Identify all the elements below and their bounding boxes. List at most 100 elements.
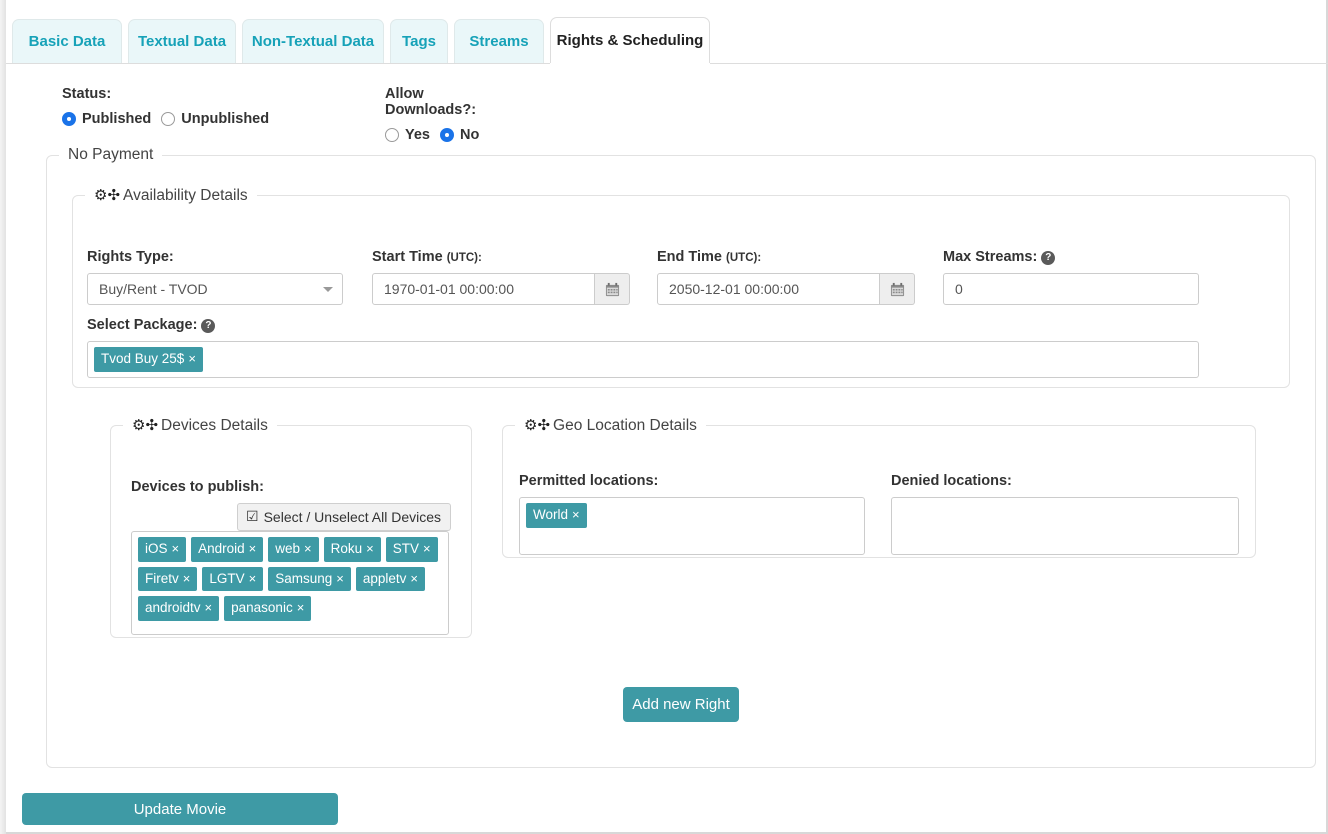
end-time-input[interactable]: 2050-12-01 00:00:00 — [657, 273, 880, 305]
calendar-icon — [605, 282, 619, 296]
status-section: Status: Published Unpublished Allow Downl… — [62, 86, 479, 143]
tab-tags[interactable]: Tags — [390, 19, 448, 63]
allow-downloads-radio-no[interactable]: No — [440, 127, 479, 143]
availability-details-legend: ⚙✣ Availability Details — [85, 186, 257, 205]
permitted-locations-label: Permitted locations: — [519, 473, 659, 489]
max-streams-field: Max Streams:? 0 — [943, 249, 1199, 305]
allow-downloads-label: Allow Downloads?: — [385, 86, 477, 118]
end-time-label-text: End Time — [657, 249, 722, 265]
tab-label: Rights & Scheduling — [556, 32, 704, 49]
check-square-icon: ☑ — [246, 508, 259, 524]
availability-details-legend-text: Availability Details — [123, 187, 248, 204]
remove-tag-icon[interactable]: × — [249, 542, 257, 555]
remove-tag-icon[interactable]: × — [366, 542, 374, 555]
max-streams-label: Max Streams:? — [943, 249, 1199, 265]
remove-tag-icon[interactable]: × — [205, 601, 213, 614]
chevron-down-icon — [323, 287, 333, 292]
tag-item: Samsung × — [268, 566, 351, 591]
devices-details-fieldset: ⚙✣ Devices Details Devices to publish: ☑ … — [110, 416, 472, 638]
tab-textual-data[interactable]: Textual Data — [128, 19, 236, 63]
radio-icon[interactable] — [440, 128, 454, 142]
tag-item: Firetv × — [138, 566, 198, 591]
status-radio-unpublished[interactable]: Unpublished — [161, 111, 269, 127]
cogs-icon: ⚙✣ — [94, 187, 121, 204]
tag-item: androidtv × — [138, 596, 220, 621]
geo-location-details-legend: ⚙✣ Geo Location Details — [515, 416, 706, 435]
select-package-label: Select Package:? — [87, 317, 1199, 333]
rights-type-value: Buy/Rent - TVOD — [99, 281, 208, 297]
tab-label: Streams — [469, 33, 529, 50]
remove-tag-icon[interactable]: × — [304, 542, 312, 555]
remove-tag-icon[interactable]: × — [572, 508, 580, 521]
tab-bar: Basic Data Textual Data Non-Textual Data Ta… — [6, 17, 1328, 64]
radio-label: Yes — [405, 127, 430, 143]
tag-label: LGTV — [209, 570, 245, 586]
denied-locations-tagbox[interactable] — [891, 497, 1239, 555]
update-movie-button[interactable]: Update Movie — [22, 793, 338, 825]
end-time-label-sub: (UTC): — [726, 252, 762, 264]
remove-tag-icon[interactable]: × — [183, 572, 191, 585]
start-time-label: Start Time (UTC): — [372, 249, 630, 265]
start-time-calendar-button[interactable] — [595, 273, 630, 305]
tag-item: Android × — [191, 537, 264, 562]
remove-tag-icon[interactable]: × — [249, 572, 257, 585]
tab-label: Non-Textual Data — [251, 33, 375, 50]
calendar-icon — [890, 282, 904, 296]
devices-tagbox[interactable]: iOS × Android × web × Roku × STV × Firetv × LGTV × Sam… — [131, 531, 449, 635]
status-radio-published[interactable]: Published — [62, 111, 151, 127]
add-new-right-button[interactable]: Add new Right — [623, 687, 739, 722]
permitted-locations-tagbox[interactable]: World × — [519, 497, 865, 555]
tab-label: Textual Data — [137, 33, 227, 50]
tag-item: panasonic × — [224, 596, 312, 621]
select-unselect-all-devices-button[interactable]: ☑ Select / Unselect All Devices — [237, 503, 451, 531]
radio-icon[interactable] — [62, 112, 76, 126]
tab-label: Basic Data — [28, 33, 106, 50]
tag-item: LGTV × — [202, 566, 264, 591]
help-icon[interactable]: ? — [1041, 251, 1056, 265]
permitted-locations-field: Permitted locations: World × — [519, 473, 865, 555]
rights-type-select[interactable]: Buy/Rent - TVOD — [87, 273, 343, 305]
tag-item: web × — [268, 537, 319, 562]
tag-label: Tvod Buy 25$ — [101, 351, 185, 366]
allow-downloads-radio-group[interactable]: Yes No — [385, 127, 479, 143]
denied-locations-field: Denied locations: — [891, 473, 1239, 555]
remove-tag-icon[interactable]: × — [297, 601, 305, 614]
tag-label: World — [533, 507, 569, 522]
max-streams-label-text: Max Streams: — [943, 249, 1038, 265]
start-time-input[interactable]: 1970-01-01 00:00:00 — [372, 273, 595, 305]
end-time-calendar-button[interactable] — [880, 273, 915, 305]
tag-label: Samsung — [275, 570, 333, 586]
cogs-icon: ⚙✣ — [132, 417, 159, 434]
radio-icon[interactable] — [385, 128, 399, 142]
remove-tag-icon[interactable]: × — [336, 572, 344, 585]
remove-tag-icon[interactable]: × — [172, 542, 180, 555]
tab-label: Tags — [402, 33, 436, 50]
remove-tag-icon[interactable]: × — [188, 352, 196, 365]
tag-label: Firetv — [145, 570, 179, 586]
rights-scheduling-page: Basic Data Textual Data Non-Textual Data Ta… — [0, 0, 1328, 834]
select-package-tagbox[interactable]: Tvod Buy 25$ × — [87, 341, 1199, 378]
tab-rights-scheduling[interactable]: Rights & Scheduling — [550, 17, 710, 63]
select-all-label: Select / Unselect All Devices — [263, 508, 441, 525]
rights-type-field: Rights Type: Buy/Rent - TVOD — [87, 249, 343, 305]
tab-non-textual-data[interactable]: Non-Textual Data — [242, 19, 384, 63]
geo-location-details-legend-text: Geo Location Details — [553, 417, 697, 434]
max-streams-input[interactable]: 0 — [943, 273, 1199, 305]
tag-item: World × — [526, 503, 587, 528]
select-package-field: Select Package:? Tvod Buy 25$ × — [87, 317, 1199, 378]
radio-icon[interactable] — [161, 112, 176, 126]
allow-downloads-radio-yes[interactable]: Yes — [385, 127, 430, 143]
select-package-label-text: Select Package: — [87, 317, 198, 333]
devices-details-legend: ⚙✣ Devices Details — [123, 416, 277, 435]
end-time-label: End Time (UTC): — [657, 249, 915, 265]
status-radio-group[interactable]: Published Unpublished — [62, 111, 269, 127]
tab-streams[interactable]: Streams — [454, 19, 544, 63]
help-icon[interactable]: ? — [201, 319, 216, 333]
tag-label: Roku — [330, 541, 363, 556]
remove-tag-icon[interactable]: × — [410, 572, 418, 585]
remove-tag-icon[interactable]: × — [423, 542, 431, 555]
tab-basic-data[interactable]: Basic Data — [12, 19, 122, 63]
devices-to-publish-label: Devices to publish: — [131, 479, 264, 495]
start-time-field: Start Time (UTC): 1970-01-01 00:00:00 — [372, 249, 630, 305]
status-label: Status: — [62, 86, 112, 102]
